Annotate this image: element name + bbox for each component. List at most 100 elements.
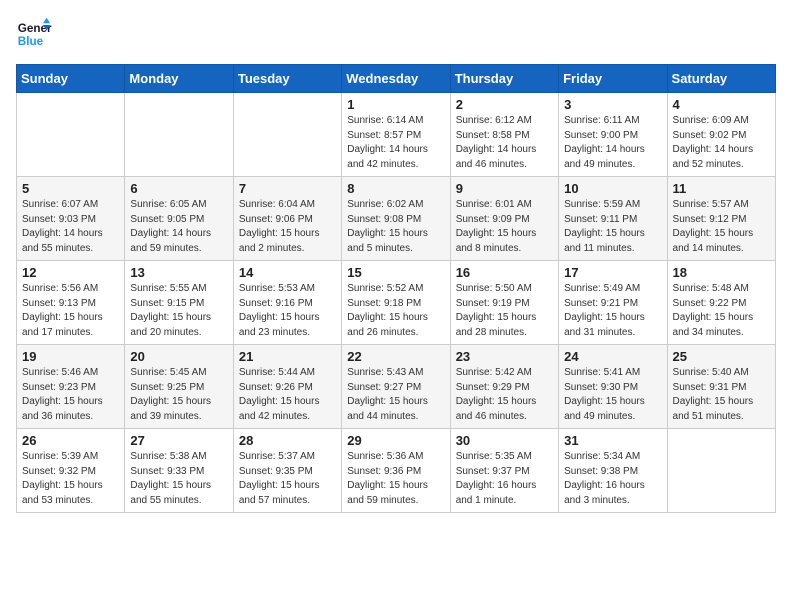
day-info: Sunrise: 6:04 AM Sunset: 9:06 PM Dayligh… [239, 198, 336, 256]
day-info: Sunrise: 6:11 AM Sunset: 9:00 PM Dayligh… [564, 114, 661, 172]
calendar-cell: 22 Sunrise: 5:43 AM Sunset: 9:27 PM Dayli… [342, 345, 450, 429]
calendar-cell: 21 Sunrise: 5:44 AM Sunset: 9:26 PM Dayli… [233, 345, 341, 429]
day-info: Sunrise: 6:05 AM Sunset: 9:05 PM Dayligh… [130, 198, 227, 256]
svg-text:Blue: Blue [18, 35, 44, 48]
calendar-cell: 10Sunrise: 5:59 AM Sunset: 9:11 PM Dayli… [559, 177, 667, 261]
day-info: Sunrise: 6:01 AM Sunset: 9:09 PM Dayligh… [456, 198, 553, 256]
day-number: 24 [564, 349, 661, 364]
calendar-cell: 20 Sunrise: 5:45 AM Sunset: 9:25 PM Dayli… [125, 345, 233, 429]
calendar-week-row: 5 Sunrise: 6:07 AM Sunset: 9:03 PM Daylig… [17, 177, 776, 261]
calendar-cell: 28 Sunrise: 5:37 AM Sunset: 9:35 PM Dayli… [233, 429, 341, 513]
day-number: 20 [130, 349, 227, 364]
day-number: 23 [456, 349, 553, 364]
day-number: 10 [564, 181, 661, 196]
day-number: 25 [673, 349, 770, 364]
day-info: Sunrise: 5:46 AM Sunset: 9:23 PM Dayligh… [22, 366, 119, 424]
day-number: 9 [456, 181, 553, 196]
calendar-cell: 23 Sunrise: 5:42 AM Sunset: 9:29 PM Dayli… [450, 345, 558, 429]
day-number: 12 [22, 265, 119, 280]
day-number: 6 [130, 181, 227, 196]
day-number: 13 [130, 265, 227, 280]
day-info: Sunrise: 5:37 AM Sunset: 9:35 PM Dayligh… [239, 450, 336, 508]
calendar-cell: 16Sunrise: 5:50 AM Sunset: 9:19 PM Dayli… [450, 261, 558, 345]
day-info: Sunrise: 6:07 AM Sunset: 9:03 PM Dayligh… [22, 198, 119, 256]
calendar-cell [125, 93, 233, 177]
calendar-cell: 5 Sunrise: 6:07 AM Sunset: 9:03 PM Daylig… [17, 177, 125, 261]
weekday-header: Friday [559, 65, 667, 93]
calendar-week-row: 26Sunrise: 5:39 AM Sunset: 9:32 PM Dayli… [17, 429, 776, 513]
calendar-cell: 15 Sunrise: 5:52 AM Sunset: 9:18 PM Dayli… [342, 261, 450, 345]
calendar-cell: 3 Sunrise: 6:11 AM Sunset: 9:00 PM Daylig… [559, 93, 667, 177]
logo-icon: General Blue [16, 16, 52, 52]
page-header: General Blue [16, 16, 776, 52]
day-info: Sunrise: 5:41 AM Sunset: 9:30 PM Dayligh… [564, 366, 661, 424]
day-number: 17 [564, 265, 661, 280]
calendar-cell: 26Sunrise: 5:39 AM Sunset: 9:32 PM Dayli… [17, 429, 125, 513]
calendar-cell: 30Sunrise: 5:35 AM Sunset: 9:37 PM Dayli… [450, 429, 558, 513]
day-info: Sunrise: 5:35 AM Sunset: 9:37 PM Dayligh… [456, 450, 553, 508]
day-number: 8 [347, 181, 444, 196]
day-number: 26 [22, 433, 119, 448]
calendar-cell: 2Sunrise: 6:12 AM Sunset: 8:58 PM Daylig… [450, 93, 558, 177]
calendar-cell: 25 Sunrise: 5:40 AM Sunset: 9:31 PM Dayli… [667, 345, 775, 429]
calendar-cell [17, 93, 125, 177]
day-info: Sunrise: 6:09 AM Sunset: 9:02 PM Dayligh… [673, 114, 770, 172]
weekday-header: Wednesday [342, 65, 450, 93]
day-number: 14 [239, 265, 336, 280]
day-info: Sunrise: 5:49 AM Sunset: 9:21 PM Dayligh… [564, 282, 661, 340]
day-number: 31 [564, 433, 661, 448]
calendar-week-row: 1Sunrise: 6:14 AM Sunset: 8:57 PM Daylig… [17, 93, 776, 177]
day-info: Sunrise: 5:56 AM Sunset: 9:13 PM Dayligh… [22, 282, 119, 340]
calendar-week-row: 19Sunrise: 5:46 AM Sunset: 9:23 PM Dayli… [17, 345, 776, 429]
calendar-cell: 1Sunrise: 6:14 AM Sunset: 8:57 PM Daylig… [342, 93, 450, 177]
day-number: 22 [347, 349, 444, 364]
day-number: 4 [673, 97, 770, 112]
day-info: Sunrise: 5:48 AM Sunset: 9:22 PM Dayligh… [673, 282, 770, 340]
calendar-cell: 9 Sunrise: 6:01 AM Sunset: 9:09 PM Daylig… [450, 177, 558, 261]
calendar-week-row: 12 Sunrise: 5:56 AM Sunset: 9:13 PM Dayli… [17, 261, 776, 345]
day-info: Sunrise: 5:55 AM Sunset: 9:15 PM Dayligh… [130, 282, 227, 340]
calendar-cell: 24 Sunrise: 5:41 AM Sunset: 9:30 PM Dayli… [559, 345, 667, 429]
calendar-cell [667, 429, 775, 513]
day-number: 29 [347, 433, 444, 448]
day-number: 5 [22, 181, 119, 196]
calendar-cell [233, 93, 341, 177]
day-number: 15 [347, 265, 444, 280]
day-number: 16 [456, 265, 553, 280]
weekday-header: Thursday [450, 65, 558, 93]
day-number: 3 [564, 97, 661, 112]
calendar-cell: 27 Sunrise: 5:38 AM Sunset: 9:33 PM Dayli… [125, 429, 233, 513]
calendar-cell: 14 Sunrise: 5:53 AM Sunset: 9:16 PM Dayli… [233, 261, 341, 345]
day-info: Sunrise: 5:52 AM Sunset: 9:18 PM Dayligh… [347, 282, 444, 340]
calendar-cell: 6 Sunrise: 6:05 AM Sunset: 9:05 PM Daylig… [125, 177, 233, 261]
calendar-cell: 29 Sunrise: 5:36 AM Sunset: 9:36 PM Dayli… [342, 429, 450, 513]
day-info: Sunrise: 5:40 AM Sunset: 9:31 PM Dayligh… [673, 366, 770, 424]
day-number: 27 [130, 433, 227, 448]
day-info: Sunrise: 5:42 AM Sunset: 9:29 PM Dayligh… [456, 366, 553, 424]
day-info: Sunrise: 5:38 AM Sunset: 9:33 PM Dayligh… [130, 450, 227, 508]
day-info: Sunrise: 5:45 AM Sunset: 9:25 PM Dayligh… [130, 366, 227, 424]
weekday-header: Tuesday [233, 65, 341, 93]
weekday-header: Sunday [17, 65, 125, 93]
day-number: 28 [239, 433, 336, 448]
day-info: Sunrise: 5:57 AM Sunset: 9:12 PM Dayligh… [673, 198, 770, 256]
day-info: Sunrise: 5:34 AM Sunset: 9:38 PM Dayligh… [564, 450, 661, 508]
weekday-header: Saturday [667, 65, 775, 93]
day-info: Sunrise: 5:44 AM Sunset: 9:26 PM Dayligh… [239, 366, 336, 424]
day-number: 7 [239, 181, 336, 196]
day-info: Sunrise: 5:36 AM Sunset: 9:36 PM Dayligh… [347, 450, 444, 508]
day-number: 21 [239, 349, 336, 364]
calendar-cell: 11 Sunrise: 5:57 AM Sunset: 9:12 PM Dayli… [667, 177, 775, 261]
day-info: Sunrise: 5:43 AM Sunset: 9:27 PM Dayligh… [347, 366, 444, 424]
calendar-header-row: SundayMondayTuesdayWednesdayThursdayFrid… [17, 65, 776, 93]
day-info: Sunrise: 6:02 AM Sunset: 9:08 PM Dayligh… [347, 198, 444, 256]
day-number: 11 [673, 181, 770, 196]
calendar-cell: 17 Sunrise: 5:49 AM Sunset: 9:21 PM Dayli… [559, 261, 667, 345]
calendar-cell: 19Sunrise: 5:46 AM Sunset: 9:23 PM Dayli… [17, 345, 125, 429]
day-info: Sunrise: 5:53 AM Sunset: 9:16 PM Dayligh… [239, 282, 336, 340]
day-info: Sunrise: 6:12 AM Sunset: 8:58 PM Dayligh… [456, 114, 553, 172]
calendar-cell: 7 Sunrise: 6:04 AM Sunset: 9:06 PM Daylig… [233, 177, 341, 261]
calendar-cell: 13 Sunrise: 5:55 AM Sunset: 9:15 PM Dayli… [125, 261, 233, 345]
day-info: Sunrise: 6:14 AM Sunset: 8:57 PM Dayligh… [347, 114, 444, 172]
weekday-header: Monday [125, 65, 233, 93]
